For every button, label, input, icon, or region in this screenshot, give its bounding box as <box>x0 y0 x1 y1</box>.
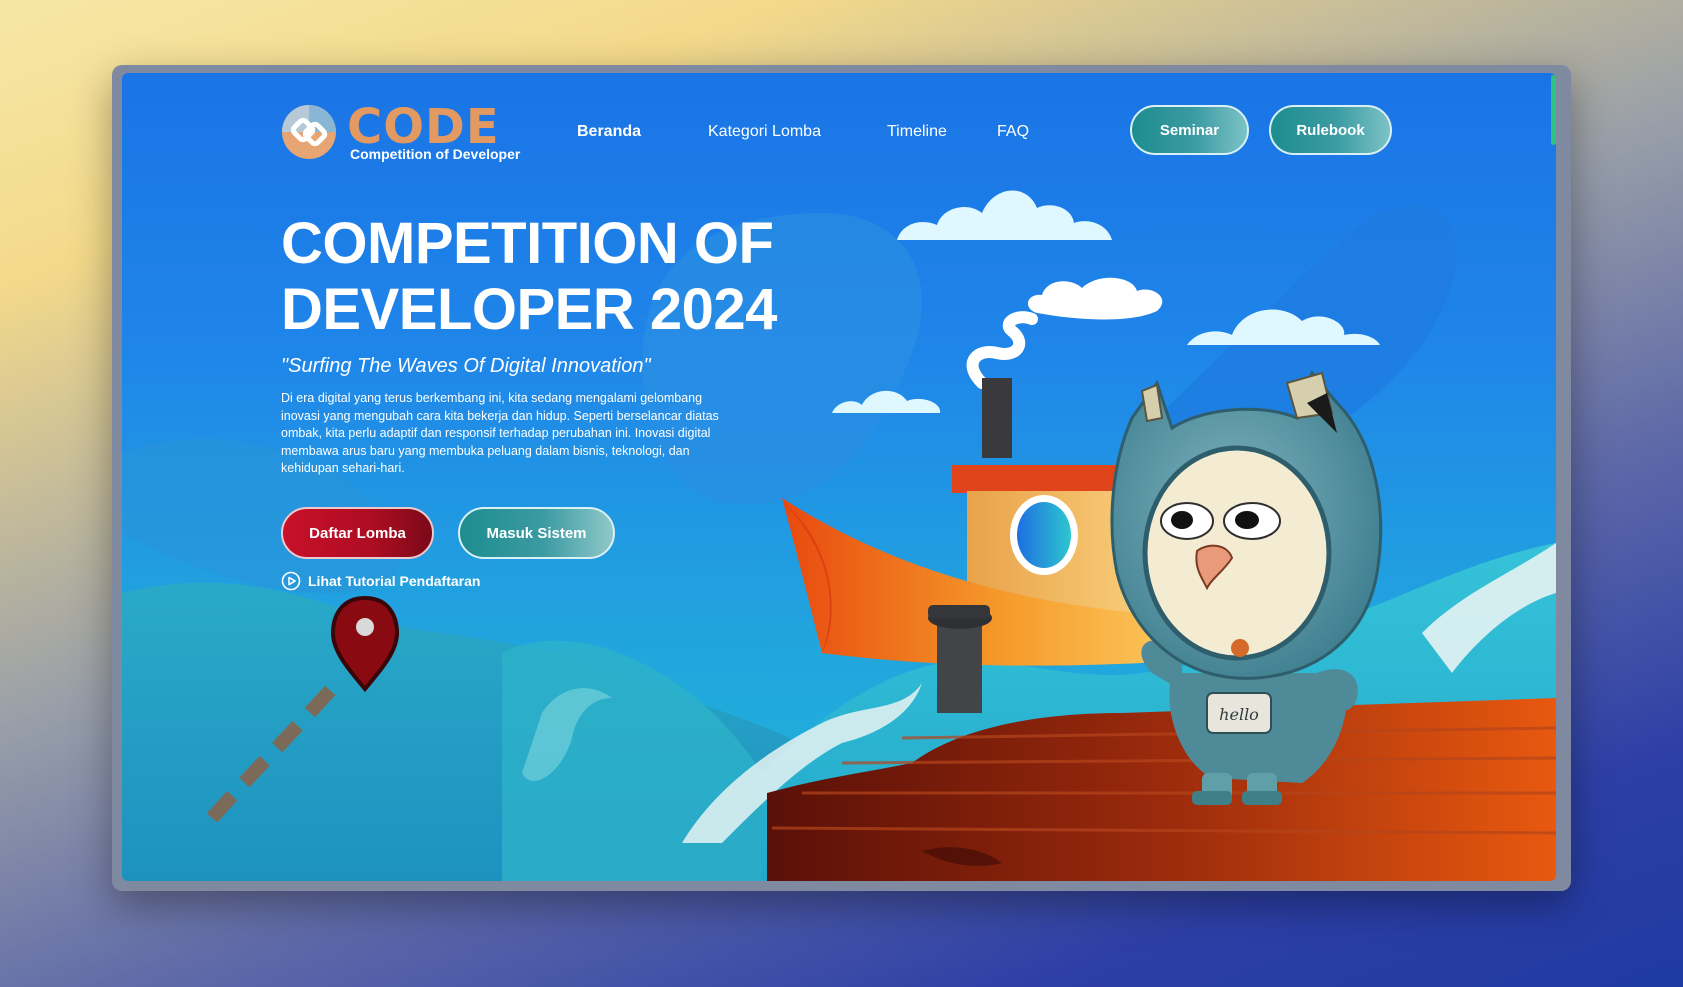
nav-link-timeline[interactable]: Timeline <box>887 123 947 141</box>
nav-link-kategori-lomba[interactable]: Kategori Lomba <box>708 123 821 141</box>
landing-page: hello CODE Competition of Developer Bera… <box>122 73 1556 881</box>
browser-window: hello CODE Competition of Developer Bera… <box>112 65 1571 891</box>
rulebook-button[interactable]: Rulebook <box>1269 105 1392 155</box>
tutorial-label: Lihat Tutorial Pendaftaran <box>308 573 481 589</box>
seminar-button[interactable]: Seminar <box>1130 105 1249 155</box>
hero-tagline: "Surfing The Waves Of Digital Innovation… <box>281 355 651 377</box>
logo-subtitle: Competition of Developer <box>350 146 521 162</box>
brand-logo[interactable]: CODE Competition of Developer <box>281 103 520 161</box>
hero-description: Di era digital yang terus berkembang ini… <box>281 391 719 475</box>
smoke <box>966 311 1038 389</box>
cloud <box>1027 277 1163 320</box>
logo-title: CODE <box>347 99 500 155</box>
play-circle-icon <box>281 571 301 591</box>
nav-link-beranda[interactable]: Beranda <box>577 123 641 141</box>
scrollbar-thumb[interactable] <box>1551 75 1556 145</box>
masuk-sistem-button[interactable]: Masuk Sistem <box>458 507 615 559</box>
nav-link-faq[interactable]: FAQ <box>997 123 1029 141</box>
daftar-lomba-button[interactable]: Daftar Lomba <box>281 507 434 559</box>
tutorial-link[interactable]: Lihat Tutorial Pendaftaran <box>281 571 480 591</box>
hero-title: COMPETITION OF DEVELOPER 2024 <box>281 211 777 342</box>
mascot-badge-text: hello <box>1219 705 1259 724</box>
navbar: CODE Competition of Developer Beranda Ka… <box>122 73 1556 188</box>
cloud <box>897 190 1112 240</box>
code-logo-icon <box>282 105 336 159</box>
